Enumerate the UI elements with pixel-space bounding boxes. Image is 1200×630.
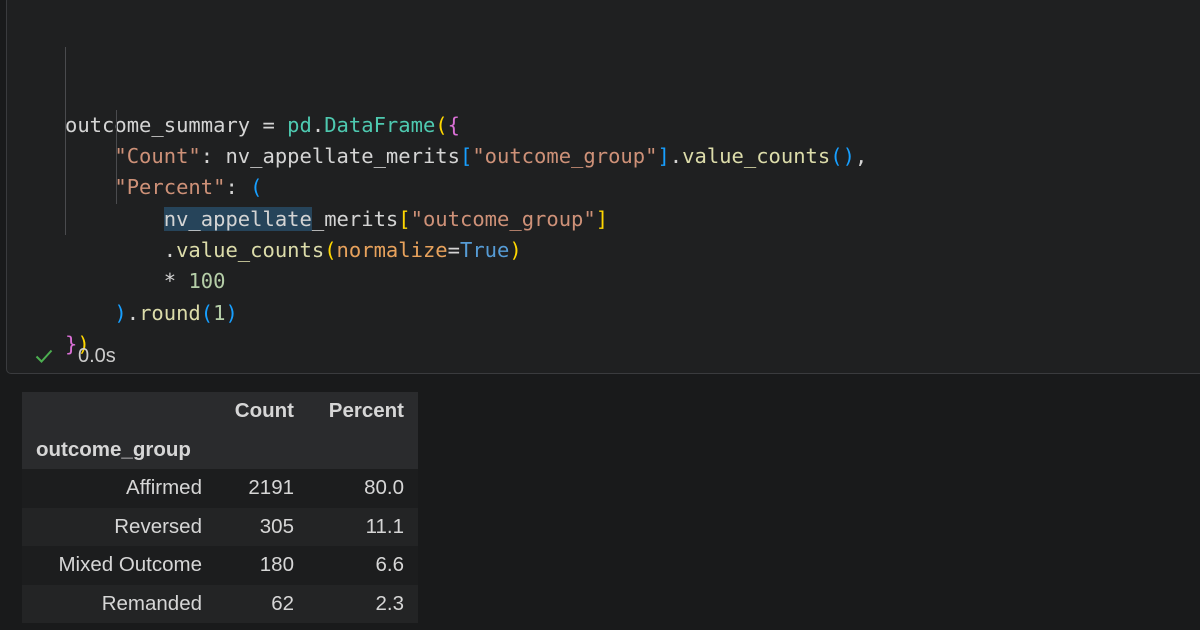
code-line[interactable]: "Percent": ( [65,172,867,203]
row-label: Remanded [101,591,202,615]
percent-cell: 80.0 [364,476,404,500]
code-token: : [225,175,251,200]
indent-guide [116,110,117,204]
code-token: ( [200,300,214,325]
row-label: Affirmed [126,476,202,500]
code-token: ] [595,206,609,231]
code-editor[interactable]: outcome_summary = pd.DataFrame({ "Count"… [65,16,867,423]
code-token: nv_appellate [163,206,312,231]
column-header-percent: Percent [328,399,404,423]
code-token: pd [287,112,312,137]
index-name: outcome_group [36,437,191,461]
table-row: Remanded 62 2.3 [22,584,418,623]
code-token: . [126,300,140,325]
check-icon [35,349,53,363]
code-token: 1 [213,300,226,325]
code-token: "outcome_group" [410,206,596,231]
code-token: ( [435,112,448,137]
column-header-blank [22,392,216,431]
column-header-row: Count Percent [22,392,418,431]
code-token: ( [250,175,263,200]
code-token: . [669,144,683,169]
code-token: : [200,144,226,169]
code-line[interactable]: "Count": nv_appellate_merits["outcome_gr… [65,141,867,172]
code-token: [ [459,144,473,169]
code-line[interactable] [65,360,867,391]
count-cell: 2191 [248,476,294,500]
execution-status: 0.0s [34,340,116,372]
code-line[interactable]: * 100 [65,266,867,297]
count-cell: 62 [271,591,294,615]
percent-cell: 2.3 [375,591,405,615]
table-row: Affirmed 2191 80.0 [22,469,418,508]
row-label: Mixed Outcome [58,553,202,577]
code-token: [ [398,206,411,231]
count-cell: 180 [259,553,294,577]
code-token: ) [509,238,522,263]
dataframe-output: Count Percent outcome_group Affirmed 219… [22,392,418,623]
percent-cell: 11.1 [365,514,404,538]
indent-guide [65,47,66,235]
code-token: ) [225,300,238,325]
code-token: . [163,238,177,263]
code-token: ) [114,300,127,325]
code-token: = [250,112,288,137]
code-token: value_counts [176,238,325,263]
percent-cell: 6.6 [375,553,405,577]
code-token: , [854,144,868,169]
table-row: Reversed 305 11.1 [22,507,418,546]
code-line[interactable]: .value_counts(normalize=True) [65,235,867,266]
code-token: "outcome_group" [472,144,658,169]
code-token: ] [657,144,670,169]
code-line[interactable]: nv_appellate_merits["outcome_group"] [65,204,867,235]
row-label: Reversed [114,514,202,538]
code-token: = [447,238,460,263]
table-row: Mixed Outcome 180 6.6 [22,546,418,585]
code-token: 100 [188,269,226,294]
code-token: nv_appellate_merits [225,144,460,169]
code-token: round [139,300,201,325]
code-token: ( [324,238,337,263]
code-token: value_counts [682,144,831,169]
column-header-count: Count [234,399,294,423]
code-token: True [459,238,510,263]
index-name-row: outcome_group [22,430,418,469]
code-token: . [311,112,325,137]
count-cell: 305 [259,514,294,538]
code-token: { [447,112,460,137]
code-token: outcome_summary [65,112,251,137]
execution-time: 0.0s [78,344,116,367]
code-line[interactable]: ).round(1) [65,298,867,329]
code-token: _merits [311,206,399,231]
code-token: "Percent" [114,175,226,200]
code-token: () [830,144,855,169]
code-token: "Count" [114,144,201,169]
code-token: DataFrame [324,112,436,137]
code-token: * [163,269,189,294]
code-line[interactable]: }) [65,329,867,360]
code-token: normalize [336,238,448,263]
code-line[interactable]: outcome_summary = pd.DataFrame({ [65,110,867,141]
